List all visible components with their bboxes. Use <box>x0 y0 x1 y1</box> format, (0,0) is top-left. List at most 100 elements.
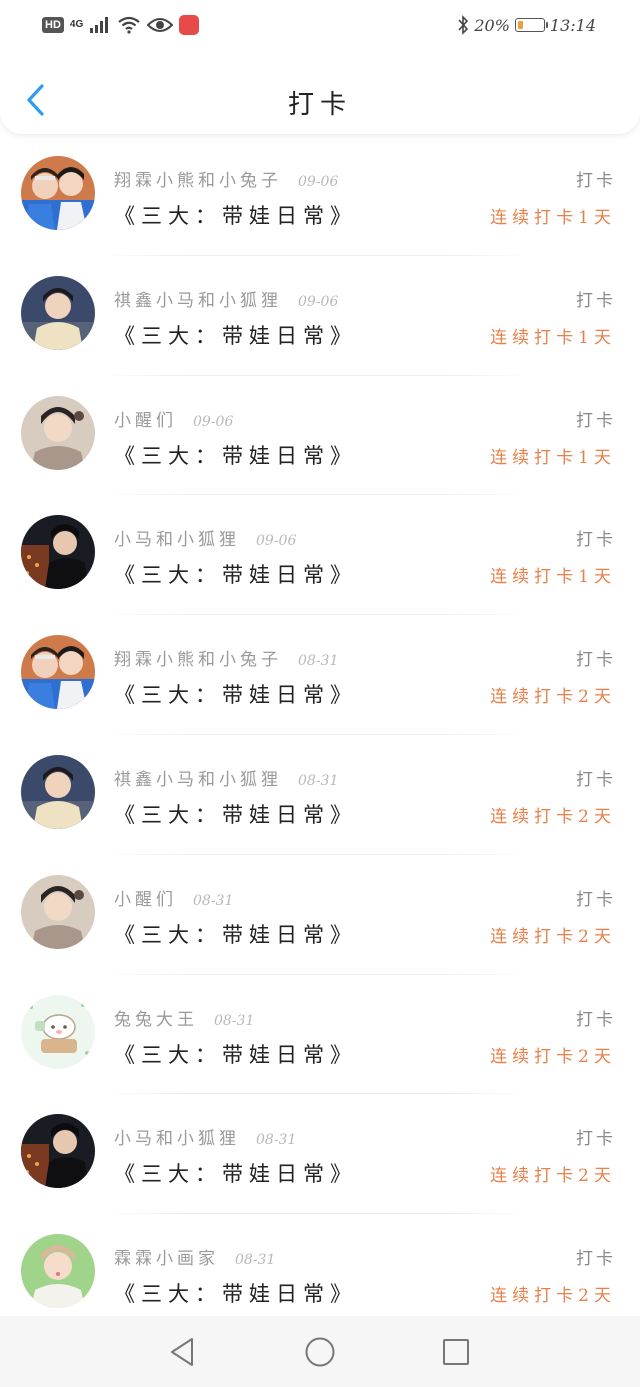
book-title: 《三大：带娃日常》 <box>114 1042 357 1067</box>
page-title: 打卡 <box>287 90 352 120</box>
user-name: 翔霖小熊和小兔子 08-31 <box>114 645 338 670</box>
book-title: 《三大：带娃日常》 <box>114 563 357 588</box>
network-label: 4G <box>69 19 84 30</box>
book-title: 《三大：带娃日常》 <box>114 1282 357 1307</box>
book-title: 《三大：带娃日常》 <box>114 443 357 468</box>
streak-label: 连续打卡1天 <box>490 567 616 588</box>
top-card: HD 4G 20% 13:14 打卡 <box>0 0 640 134</box>
avatar[interactable] <box>21 156 95 230</box>
battery-fill <box>517 21 523 29</box>
record-type: 打卡 <box>576 171 616 191</box>
list-item[interactable]: 祺鑫小马和小狐狸 08-31 打卡《三大：带娃日常》 连续打卡2天 <box>0 735 640 855</box>
user-name-text: 祺鑫小马和小狐狸 <box>114 769 282 790</box>
list-item[interactable]: 翔霖小熊和小兔子 09-06 打卡《三大：带娃日常》 连续打卡1天 <box>0 136 640 256</box>
avatar[interactable] <box>21 515 95 590</box>
record-date: 08-31 <box>193 892 234 909</box>
avatar[interactable] <box>21 874 95 949</box>
avatar[interactable] <box>21 1234 95 1309</box>
user-name: 小马和小狐狸 09-06 <box>114 525 296 550</box>
avatar[interactable] <box>21 635 95 710</box>
list-item[interactable]: 小醒们 08-31 打卡《三大：带娃日常》 连续打卡2天 <box>0 855 640 975</box>
user-name: 小醒们 08-31 <box>114 885 233 910</box>
record-date: 09-06 <box>298 293 339 310</box>
checkin-list[interactable]: 翔霖小熊和小兔子 09-06 打卡 《三大：带娃日常》 连续打卡1天 祺鑫小马和小狐狸 09… <box>0 136 640 1316</box>
record-date: 09-06 <box>298 174 339 190</box>
book-title: 《三大：带娃日常》 <box>114 1162 357 1187</box>
bluetooth-icon <box>458 15 469 35</box>
streak-label: 连续打卡2天 <box>490 1286 616 1307</box>
record-type: 打卡 <box>576 290 616 311</box>
user-name-text: 霖霖小画家 <box>114 1249 219 1270</box>
nav-recents-button[interactable] <box>440 1336 472 1368</box>
back-triangle-icon <box>171 1338 193 1366</box>
avatar[interactable] <box>21 994 95 1069</box>
checkin-page: HD 4G 20% 13:14 打卡 翔霖小熊和小兔子 09-06 打卡 《三大… <box>0 0 640 1387</box>
clock: 13:14 <box>549 15 596 35</box>
user-name-text: 翔霖小熊和小兔子 <box>114 650 282 671</box>
user-name-text: 兔兔大王 <box>114 1009 198 1030</box>
wifi-icon <box>118 16 140 34</box>
system-nav-bar <box>0 1316 640 1387</box>
book-title: 《三大：带娃日常》 <box>114 683 357 708</box>
list-item[interactable]: 霖霖小画家 08-31 打卡《三大：带娃日常》 连续打卡2天 <box>0 1214 640 1316</box>
record-date: 08-31 <box>256 1132 297 1149</box>
user-name-text: 小醒们 <box>114 410 177 431</box>
user-name: 祺鑫小马和小狐狸 09-06 <box>114 286 338 311</box>
streak-label: 连续打卡1天 <box>490 327 616 348</box>
record-type: 打卡 <box>576 1009 616 1030</box>
streak-label: 连续打卡2天 <box>490 1046 616 1067</box>
streak-label: 连续打卡1天 <box>490 208 616 228</box>
eye-icon <box>147 18 174 32</box>
user-name: 翔霖小熊和小兔子 09-06 <box>114 166 338 191</box>
avatar[interactable] <box>21 275 95 350</box>
status-bar: HD 4G 20% 13:14 <box>0 0 640 52</box>
book-title: 《三大：带娃日常》 <box>114 204 357 228</box>
user-name: 兔兔大王 08-31 <box>114 1005 254 1030</box>
streak-label: 连续打卡2天 <box>490 926 616 947</box>
status-right: 20% 13:14 <box>457 15 596 35</box>
record-date: 08-31 <box>214 1012 255 1029</box>
record-date: 08-31 <box>298 653 339 670</box>
header: 打卡 <box>0 52 640 134</box>
user-name-text: 小马和小狐狸 <box>114 1129 240 1150</box>
hd-badge: HD <box>42 17 64 33</box>
streak-label: 连续打卡2天 <box>490 1166 616 1187</box>
recents-square-icon <box>443 1339 469 1365</box>
record-type: 打卡 <box>576 530 616 551</box>
avatar[interactable] <box>21 1114 95 1189</box>
nav-back-button[interactable] <box>166 1336 198 1368</box>
avatar[interactable] <box>21 395 95 470</box>
nav-home-button[interactable] <box>304 1336 336 1368</box>
user-name-text: 祺鑫小马和小狐狸 <box>114 290 282 311</box>
streak-label: 连续打卡1天 <box>490 447 616 468</box>
list-item[interactable]: 小马和小狐狸 08-31 打卡《三大：带娃日常》 连续打卡2天 <box>0 1094 640 1215</box>
list-item[interactable]: 兔兔大王 08-31 打卡《三大：带娃日常》 连续打卡2天 <box>0 975 640 1095</box>
streak-label: 连续打卡2天 <box>490 687 616 708</box>
book-title: 《三大：带娃日常》 <box>114 323 357 348</box>
list-item[interactable]: 小醒们 09-06 打卡《三大：带娃日常》 连续打卡1天 <box>0 376 640 496</box>
signal-icon <box>90 17 109 33</box>
record-type: 打卡 <box>576 769 616 790</box>
list-item[interactable]: 小马和小狐狸 09-06 打卡《三大：带娃日常》 连续打卡1天 <box>0 495 640 616</box>
record-type: 打卡 <box>576 889 616 910</box>
record-date: 09-06 <box>193 413 234 430</box>
user-name: 小马和小狐狸 08-31 <box>114 1124 296 1149</box>
record-type: 打卡 <box>576 1129 616 1150</box>
battery-icon <box>514 18 548 32</box>
avatar[interactable] <box>21 754 95 829</box>
home-circle-icon <box>305 1337 335 1367</box>
record-type: 打卡 <box>576 410 616 431</box>
record-type: 打卡 <box>576 1249 616 1270</box>
user-name: 霖霖小画家 08-31 <box>114 1244 275 1269</box>
record-date: 09-06 <box>256 533 297 550</box>
app-icon <box>179 15 200 35</box>
streak-label: 连续打卡2天 <box>490 806 616 827</box>
record-type: 打卡 <box>576 650 616 671</box>
list-item[interactable]: 翔霖小熊和小兔子 08-31 打卡《三大：带娃日常》 连续打卡2天 <box>0 615 640 735</box>
book-title: 《三大：带娃日常》 <box>114 802 357 827</box>
book-title: 《三大：带娃日常》 <box>114 922 357 947</box>
record-date: 08-31 <box>235 1252 276 1269</box>
user-name-text: 小马和小狐狸 <box>114 530 240 551</box>
user-name: 祺鑫小马和小狐狸 08-31 <box>114 765 338 790</box>
list-item[interactable]: 祺鑫小马和小狐狸 09-06 打卡《三大：带娃日常》 连续打卡1天 <box>0 256 640 376</box>
